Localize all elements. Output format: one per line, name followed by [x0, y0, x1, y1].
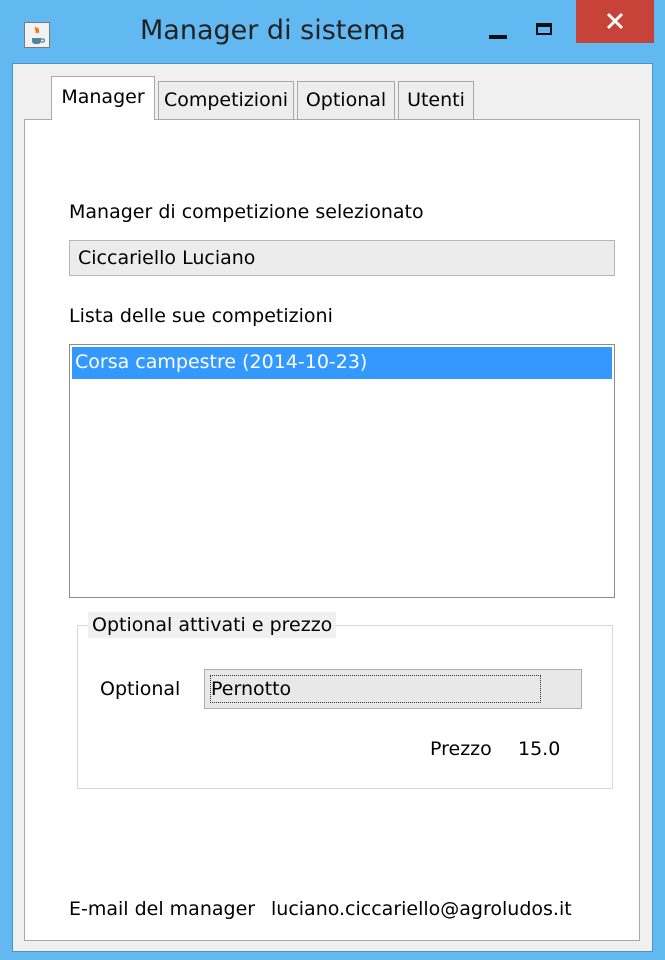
- price-label: Prezzo: [430, 738, 492, 760]
- close-button[interactable]: [576, 0, 654, 43]
- optional-select[interactable]: Pernotto: [204, 669, 582, 709]
- optional-group-title: Optional attivati e prezzo: [88, 612, 337, 638]
- app-window: Manager di sistema Manager Competizioni …: [0, 0, 665, 960]
- minimize-button[interactable]: [484, 10, 514, 46]
- tab-utenti[interactable]: Utenti: [398, 81, 474, 119]
- optional-label: Optional: [100, 678, 181, 700]
- competitions-list-label: Lista delle sue competizioni: [69, 305, 333, 327]
- java-cup-icon[interactable]: [24, 22, 50, 48]
- close-icon: [606, 12, 624, 30]
- tab-manager[interactable]: Manager: [51, 76, 155, 120]
- list-item[interactable]: Corsa campestre (2014-10-23): [72, 347, 612, 379]
- competitions-list[interactable]: Corsa campestre (2014-10-23): [69, 344, 615, 598]
- optional-select-value: Pernotto: [210, 675, 541, 703]
- email-value: luciano.ciccariello@agroludos.it: [271, 898, 572, 920]
- window-title: Manager di sistema: [140, 15, 406, 46]
- maximize-button[interactable]: [530, 10, 560, 46]
- title-bar[interactable]: Manager di sistema: [0, 0, 665, 60]
- tab-optional[interactable]: Optional: [297, 81, 395, 119]
- selected-manager-field[interactable]: Ciccariello Luciano: [69, 240, 615, 276]
- tab-competizioni[interactable]: Competizioni: [158, 81, 294, 119]
- selected-manager-label: Manager di competizione selezionato: [69, 201, 424, 223]
- email-label: E-mail del manager: [69, 898, 256, 920]
- manager-tab-panel: Manager di competizione selezionato Cicc…: [24, 119, 640, 941]
- price-value: 15.0: [518, 738, 561, 760]
- window-content: Manager Competizioni Optional Utenti Man…: [12, 63, 653, 952]
- optional-group: Optional attivati e prezzo Optional Pern…: [77, 612, 613, 789]
